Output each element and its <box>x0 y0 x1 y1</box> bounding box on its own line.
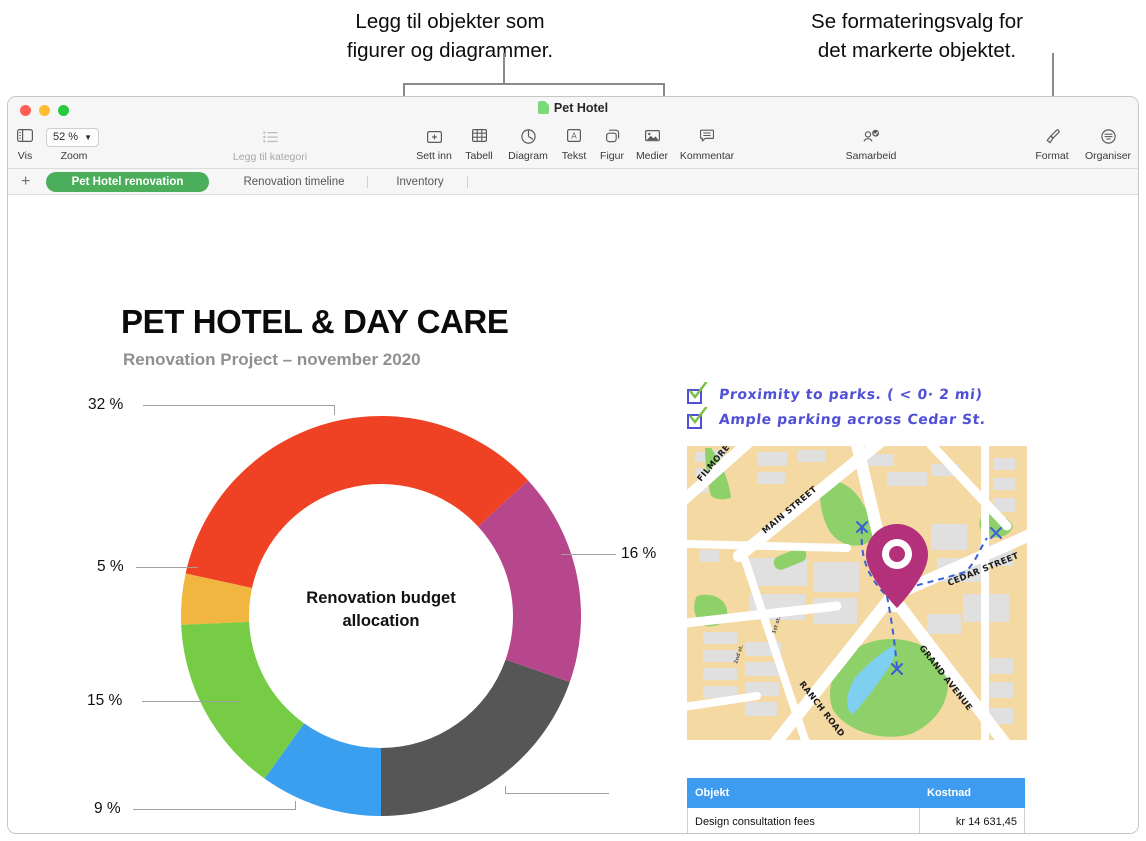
window-title-text: Pet Hotel <box>553 101 609 115</box>
table-header-row: Objekt Kostnad <box>687 778 1025 808</box>
page-title: PET HOTEL & DAY CARE <box>121 303 509 340</box>
donut-chart[interactable]: Renovation budget allocation <box>176 411 586 821</box>
table-header-kostnad: Kostnad <box>919 778 1025 808</box>
map-svg: FILMORE ST. MAIN STREET CEDAR STREET RAN… <box>687 446 1027 740</box>
donut-center-label: Renovation budget allocation <box>306 589 456 630</box>
donut-label-9: 9 % <box>94 800 121 817</box>
donut-leader-32 <box>143 405 335 406</box>
window-title: Pet Hotel <box>8 101 1138 115</box>
slide-tab-bar: + Pet Hotel renovation Renovation timeli… <box>8 169 1138 195</box>
tab-label: Renovation timeline <box>243 176 345 188</box>
toolbar-format-label: Format <box>1035 150 1069 162</box>
donut-label-32: 32 % <box>88 396 124 413</box>
table-row[interactable]: Design consultation fees kr 14 631,45 <box>687 807 1025 833</box>
keynote-window: Pet Hotel Vis 52 % ▼ Zoom Legg til kateg… <box>7 96 1139 834</box>
list-icon <box>206 131 334 151</box>
checklist-label: Proximity to parks. ( < 0· 2 mi) <box>718 387 984 403</box>
toolbar-format-button[interactable]: Format <box>1020 127 1084 162</box>
tab-inventory[interactable]: Inventory <box>374 172 466 192</box>
callout-left-leader-horizontal <box>403 83 665 85</box>
toolbar: Vis 52 % ▼ Zoom Legg til kategori Sett i… <box>8 123 1138 169</box>
donut-label-16: 16 % <box>621 545 657 562</box>
add-tab-button[interactable]: + <box>21 173 30 190</box>
callout-left-leader-leg-2 <box>663 83 665 97</box>
donut-label-5: 5 % <box>97 558 124 575</box>
map-image[interactable]: FILMORE ST. MAIN STREET CEDAR STREET RAN… <box>687 446 1027 740</box>
toolbar-comment-button[interactable]: Kommentar <box>675 127 739 162</box>
callout-insert-objects: Legg til objekter som figurer og diagram… <box>346 10 554 62</box>
tab-label: Pet Hotel renovation <box>71 176 184 188</box>
format-brush-icon <box>1020 129 1084 149</box>
handwritten-checklist: Proximity to parks. ( < 0· 2 mi) Ample p… <box>687 382 1037 437</box>
donut-leader-9-tick <box>295 801 296 810</box>
organize-icon <box>1076 129 1138 149</box>
collaborate-icon <box>839 129 903 149</box>
donut-leader-23 <box>505 793 609 794</box>
table-cell-objekt: Design consultation fees <box>687 807 920 833</box>
toolbar-organize-label: Organiser <box>1084 150 1132 162</box>
callout-left-leader-leg-1 <box>403 83 405 97</box>
screenshot-root: Legg til objekter som figurer og diagram… <box>0 0 1146 841</box>
checklist-item: Proximity to parks. ( < 0· 2 mi) <box>687 382 1037 412</box>
donut-leader-5 <box>136 567 198 568</box>
comment-icon <box>675 129 739 149</box>
callout-left-leader-vertical <box>503 53 505 84</box>
tab-pet-hotel-renovation[interactable]: Pet Hotel renovation <box>46 172 209 192</box>
donut-leader-15 <box>142 701 240 702</box>
checklist-item: Ample parking across Cedar St. <box>687 407 1037 437</box>
table-cell-kostnad: kr 14 631,45 <box>919 807 1025 833</box>
donut-slice-cabinetry <box>185 416 529 588</box>
checklist-label: Ample parking across Cedar St. <box>718 412 987 428</box>
slide-canvas[interactable]: PET HOTEL & DAY CARE Renovation Project … <box>8 195 1138 833</box>
donut-leader-23-tick <box>505 786 506 794</box>
tab-divider <box>367 176 368 188</box>
toolbar-add-category-label: Legg til kategori <box>232 151 308 163</box>
toolbar-add-category-button[interactable]: Legg til kategori <box>206 127 334 163</box>
cost-table[interactable]: Objekt Kostnad Design consultation fees … <box>687 778 1025 833</box>
donut-label-15: 15 % <box>87 692 123 709</box>
page-subtitle: Renovation Project – november 2020 <box>123 350 421 369</box>
donut-leader-9 <box>133 809 296 810</box>
callout-format-options: Se formateringsvalg for det markerte obj… <box>811 10 1023 62</box>
donut-leader-32-tick <box>334 405 335 415</box>
donut-leader-16 <box>561 554 616 555</box>
svg-text:A: A <box>571 132 577 141</box>
checkmark-icon <box>689 382 708 399</box>
zoom-label: Zoom <box>60 150 88 162</box>
tab-divider <box>467 176 468 188</box>
document-icon <box>537 101 549 114</box>
tab-renovation-timeline[interactable]: Renovation timeline <box>218 172 370 192</box>
zoom-value: 52 % <box>53 131 79 143</box>
zoom-dropdown[interactable]: 52 % ▼ <box>46 128 100 147</box>
checkmark-icon <box>689 407 708 424</box>
window-titlebar: Pet Hotel <box>8 97 1138 123</box>
toolbar-collaborate-button[interactable]: Samarbeid <box>839 127 903 162</box>
table-header-objekt: Objekt <box>687 778 920 808</box>
toolbar-organize-button[interactable]: Organiser <box>1076 127 1138 162</box>
toolbar-collaborate-label: Samarbeid <box>845 150 897 162</box>
toolbar-comment-label: Kommentar <box>679 150 735 162</box>
chevron-down-icon: ▼ <box>84 133 93 142</box>
tab-label: Inventory <box>396 176 444 188</box>
